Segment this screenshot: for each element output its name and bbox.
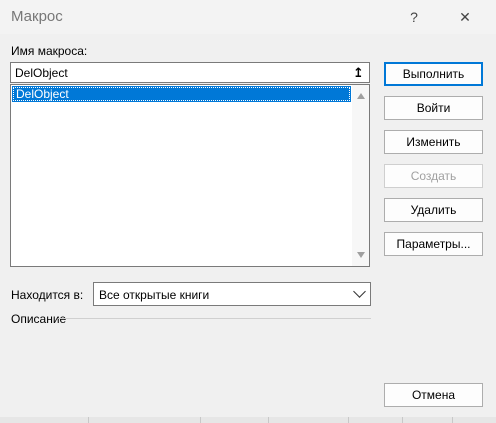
description-divider <box>58 318 371 319</box>
close-icon[interactable]: ✕ <box>455 7 475 27</box>
macro-dialog: Макрос ? ✕ Имя макроса: DelObject ↥ DelO… <box>0 0 496 423</box>
macro-name-value: DelObject <box>15 66 68 80</box>
list-scrollbar[interactable] <box>352 85 369 266</box>
scroll-up-icon[interactable] <box>357 93 365 99</box>
macro-list[interactable]: DelObject <box>10 84 370 267</box>
macro-name-label: Имя макроса: <box>11 44 88 58</box>
options-button[interactable]: Параметры... <box>384 232 483 256</box>
edit-button[interactable]: Изменить <box>384 130 483 154</box>
upload-icon[interactable]: ↥ <box>349 64 368 81</box>
location-label: Находится в: <box>11 288 84 302</box>
step-into-button[interactable]: Войти <box>384 96 483 120</box>
help-icon[interactable]: ? <box>404 7 424 27</box>
macro-name-input[interactable]: DelObject ↥ <box>10 62 370 83</box>
location-select[interactable]: Все открытые книги <box>93 282 371 306</box>
chevron-down-icon <box>353 285 366 298</box>
title-bar: Макрос ? ✕ <box>0 0 496 34</box>
run-button[interactable]: Выполнить <box>384 62 483 86</box>
delete-button[interactable]: Удалить <box>384 198 483 222</box>
cancel-button[interactable]: Отмена <box>384 383 483 407</box>
list-item[interactable]: DelObject <box>12 86 351 102</box>
background-sheet-strip <box>0 417 496 423</box>
location-value: Все открытые книги <box>99 288 210 302</box>
window-title: Макрос <box>11 8 63 25</box>
description-label: Описание <box>11 312 67 326</box>
create-button: Создать <box>384 164 483 188</box>
scroll-down-icon[interactable] <box>357 252 365 258</box>
